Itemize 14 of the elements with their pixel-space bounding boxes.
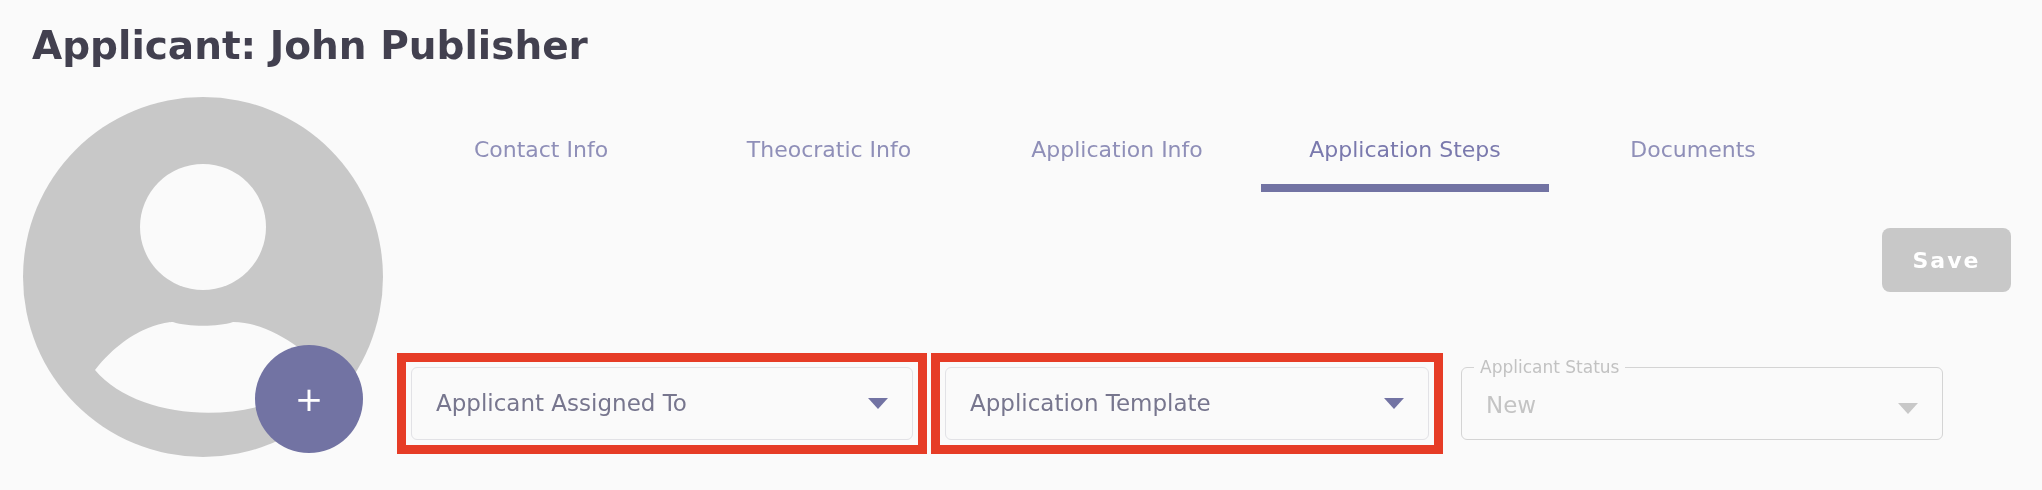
page-title: Applicant: John Publisher — [31, 22, 589, 70]
dropdown-field[interactable]: Application Template — [945, 367, 1429, 440]
caret-icon — [1898, 402, 1918, 414]
tab[interactable]: Application Info — [973, 97, 1261, 192]
tab[interactable]: Theocratic Info — [685, 97, 973, 192]
tab[interactable]: Contact Info — [397, 97, 685, 192]
caret-icon — [1384, 398, 1404, 409]
caret-icon — [868, 398, 888, 409]
dropdown-field[interactable]: Applicant Assigned To — [411, 367, 913, 440]
field-label: Applicant Status — [1479, 357, 1621, 377]
tab[interactable]: Application Steps — [1261, 97, 1549, 192]
field-placeholder: Application Template — [970, 389, 1212, 419]
tab[interactable]: Documents — [1549, 97, 1837, 192]
field-placeholder: Applicant Assigned To — [436, 389, 688, 419]
